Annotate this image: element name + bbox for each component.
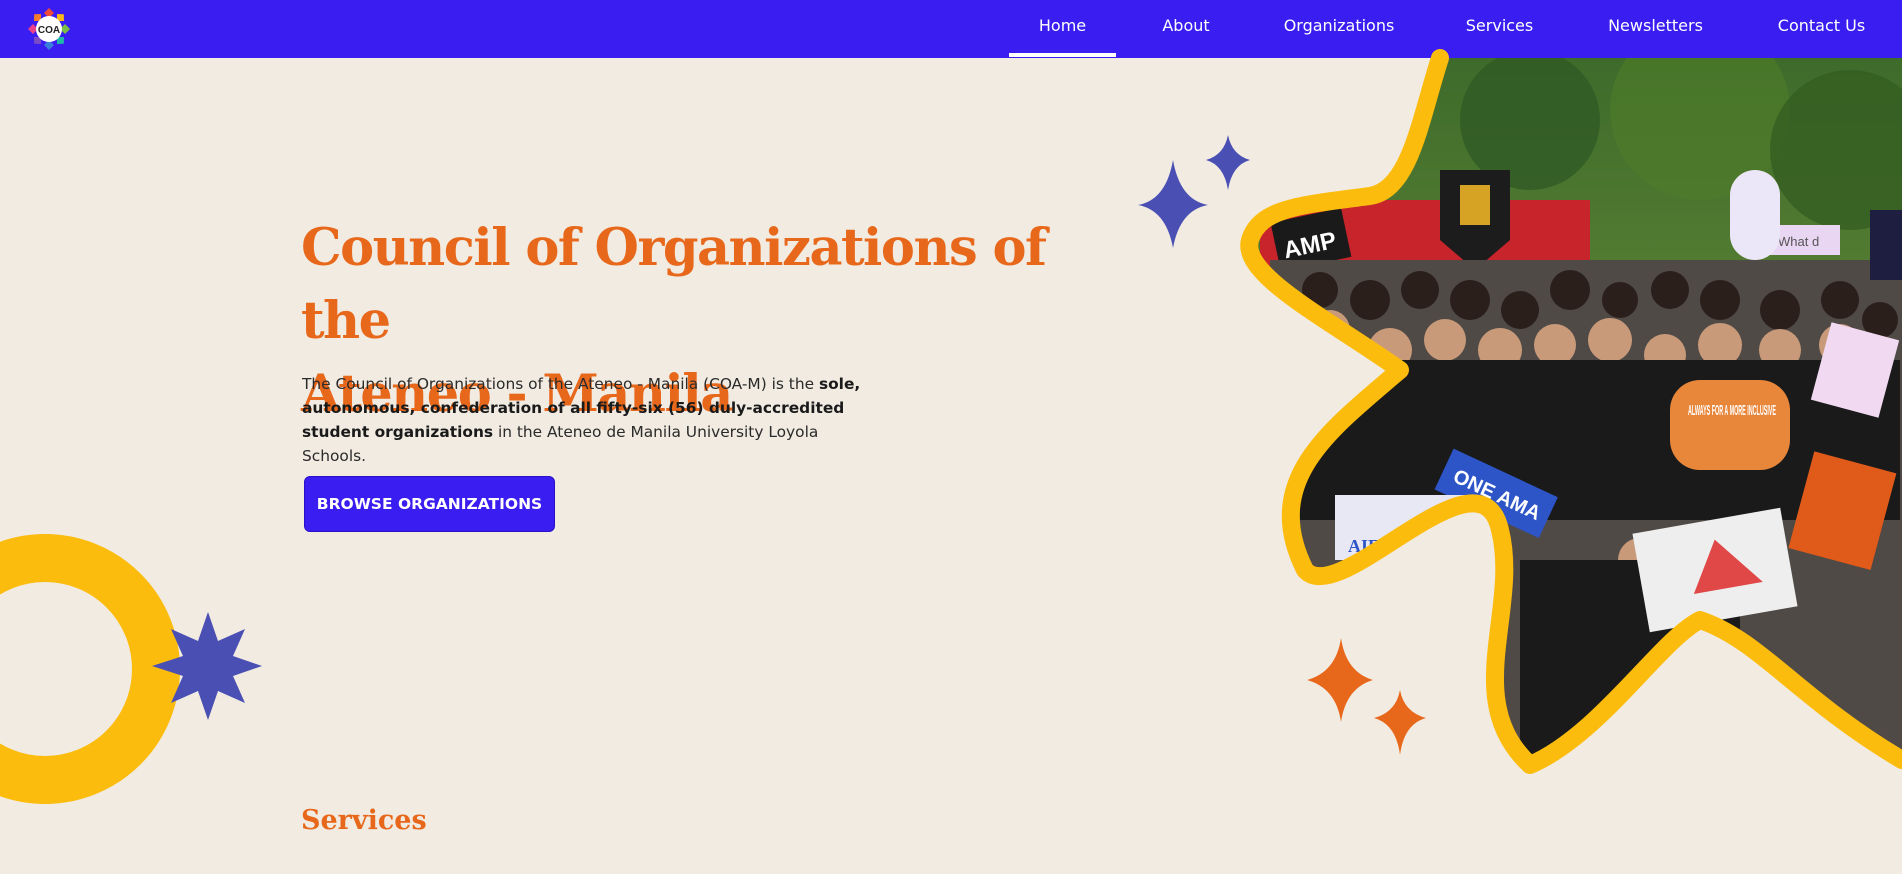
svg-text:AMP: AMP bbox=[1281, 227, 1339, 265]
four-point-star-icon bbox=[1206, 135, 1250, 190]
nav-contact-us[interactable]: Contact Us bbox=[1768, 0, 1875, 58]
nav-services[interactable]: Services bbox=[1452, 0, 1547, 58]
nav-organizations[interactable]: Organizations bbox=[1278, 0, 1400, 58]
four-point-star-icon bbox=[1138, 160, 1208, 248]
hero-photo: AMP ALWAYS FOR A MORE INCLUSIVE ONE AMA bbox=[1249, 58, 1902, 765]
top-navbar: COA Home About Organizations Services Ne… bbox=[0, 0, 1902, 58]
services-heading: Services bbox=[301, 805, 427, 836]
svg-text:AIESEC: AIESEC bbox=[1348, 536, 1415, 556]
hero-description-intro: The Council of Organizations of the Aten… bbox=[302, 375, 819, 393]
hero-decorations: AMP ALWAYS FOR A MORE INCLUSIVE ONE AMA bbox=[0, 49, 1902, 804]
four-point-star-icon bbox=[1374, 690, 1426, 755]
nav-newsletters[interactable]: Newsletters bbox=[1598, 0, 1713, 58]
browse-organizations-button[interactable]: BROWSE ORGANIZATIONS bbox=[304, 476, 555, 532]
four-point-star-icon bbox=[1307, 638, 1373, 722]
ring-decoration bbox=[0, 534, 180, 804]
eight-point-star-icon bbox=[152, 612, 262, 720]
svg-text:ALWAYS FOR A MORE INCLUSIVE: ALWAYS FOR A MORE INCLUSIVE bbox=[1688, 402, 1776, 419]
coa-logo-icon[interactable]: COA bbox=[27, 7, 71, 51]
hero-description: The Council of Organizations of the Aten… bbox=[302, 372, 882, 468]
svg-text:What d: What d bbox=[1778, 234, 1819, 249]
svg-text:COA: COA bbox=[38, 25, 60, 36]
hero-title-line1: Council of Organizations of the bbox=[301, 218, 1047, 351]
svg-text:ONE AMA: ONE AMA bbox=[1450, 465, 1544, 525]
nav-home[interactable]: Home bbox=[1009, 0, 1116, 58]
nav-about[interactable]: About bbox=[1146, 0, 1226, 58]
